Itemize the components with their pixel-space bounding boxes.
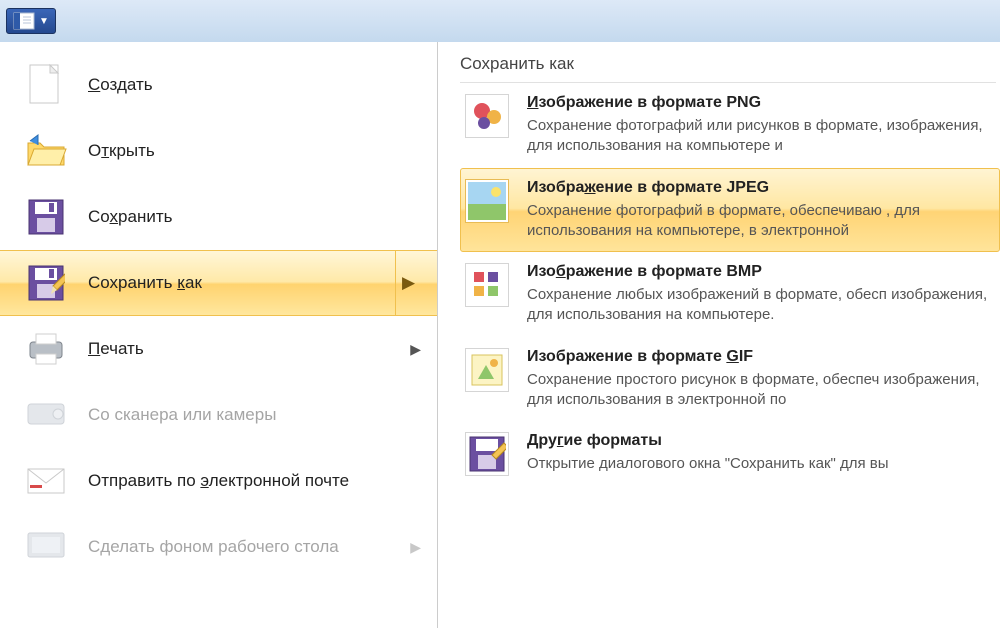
format-title: Изображение в формате PNG [527,94,991,112]
folder-open-icon [24,129,68,173]
other-formats-icon [465,432,509,476]
dropdown-arrow-icon: ▼ [39,16,49,27]
save-icon [24,195,68,239]
format-item-gif[interactable]: Изображение в формате GIF Сохранение про… [460,337,1000,422]
menu-item-desktop-background: Сделать фоном рабочего стола ▶ [0,514,437,580]
menu-item-label: Печать [88,339,144,359]
desktop-icon [24,525,68,569]
submenu-arrow-icon: ▶ [410,539,421,556]
save-as-icon [24,261,68,305]
format-description: Сохранение простого рисунок в формате, о… [527,370,991,411]
format-title: Изображение в формате GIF [527,348,991,366]
menu-item-new[interactable]: Создать [0,52,437,118]
menu-item-email[interactable]: Отправить по электронной почте [0,448,437,514]
submenu-title: Сохранить как [460,54,996,83]
document-icon [13,12,35,30]
format-title: Другие форматы [527,432,991,450]
scanner-icon [24,393,68,437]
gif-icon [465,348,509,392]
format-description: Сохранение фотографий в формате, обеспеч… [527,201,991,242]
email-icon [24,459,68,503]
png-icon [465,94,509,138]
menu-item-scanner: Со сканера или камеры [0,382,437,448]
menu-item-save-as[interactable]: Сохранить как ▶ [0,250,437,316]
format-title: Изображение в формате BMP [527,263,991,281]
save-as-submenu: Сохранить как Изображение в формате PNG … [438,42,1000,628]
file-menu-left: Создать Открыть Сохранить Сохранить как … [0,42,438,628]
menu-item-print[interactable]: Печать ▶ [0,316,437,382]
menu-item-label: Сохранить [88,207,172,227]
menu-item-label: Сделать фоном рабочего стола [88,537,339,557]
new-document-icon [24,63,68,107]
format-description: Открытие диалогового окна "Сохранить как… [527,454,991,474]
menu-item-open[interactable]: Открыть [0,118,437,184]
submenu-arrow-icon: ▶ [395,251,421,315]
menu-item-label: Открыть [88,141,155,161]
menu-item-label: Сохранить как [88,273,202,293]
menu-item-label: Со сканера или камеры [88,405,276,425]
menu-item-save[interactable]: Сохранить [0,184,437,250]
app-menu-button[interactable]: ▼ [6,8,56,34]
title-bar: ▼ [0,0,1000,42]
format-item-jpeg[interactable]: Изображение в формате JPEG Сохранение фо… [460,168,1000,253]
submenu-arrow-icon: ▶ [410,341,421,358]
format-title: Изображение в формате JPEG [527,179,991,197]
jpeg-icon [465,179,509,223]
format-description: Сохранение любых изображений в формате, … [527,285,991,326]
format-description: Сохранение фотографий или рисунков в фор… [527,116,991,157]
menu-item-label: Создать [88,75,153,95]
bmp-icon [465,263,509,307]
format-item-other[interactable]: Другие форматы Открытие диалогового окна… [460,421,1000,487]
file-menu: Создать Открыть Сохранить Сохранить как … [0,42,1000,628]
print-icon [24,327,68,371]
format-item-bmp[interactable]: Изображение в формате BMP Сохранение люб… [460,252,1000,337]
menu-item-label: Отправить по электронной почте [88,471,349,491]
format-item-png[interactable]: Изображение в формате PNG Сохранение фот… [460,83,1000,168]
